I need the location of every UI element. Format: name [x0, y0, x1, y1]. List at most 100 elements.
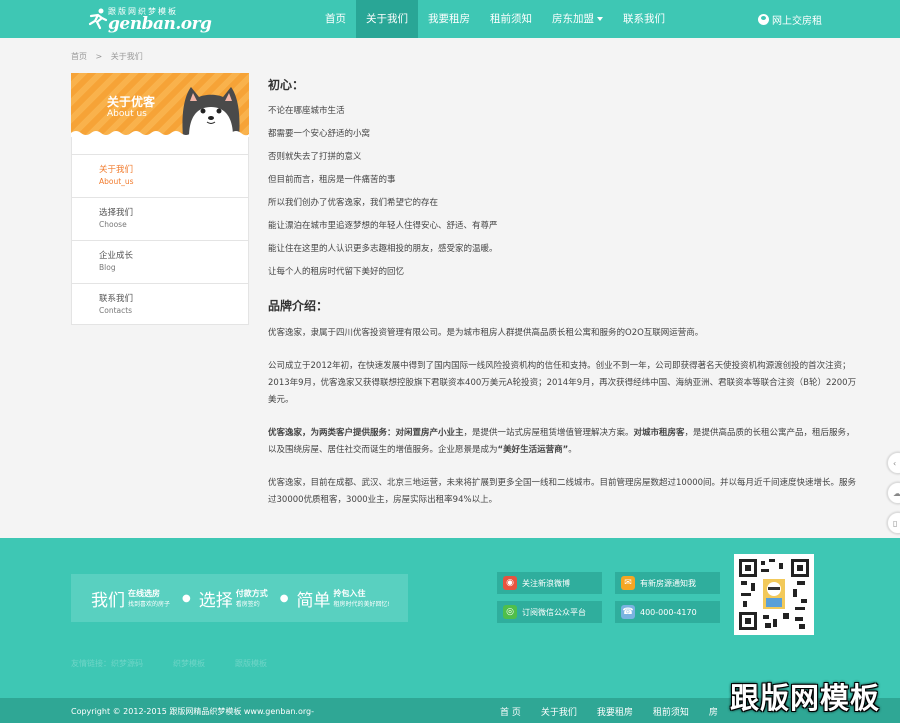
logo-text: genban.org: [108, 14, 212, 34]
wechat-icon: ◎: [503, 605, 517, 619]
sidebar-item-label: 企业成长: [99, 251, 134, 261]
apple-icon: ●: [182, 592, 191, 604]
notify-button[interactable]: ✉ 有新房源通知我: [615, 572, 720, 594]
bold-text: 对城市租房客: [633, 428, 685, 438]
slogan-banner: 我们 在线选房找到喜欢的房子 ● 选择 付款方式看房签约 ● 简单 拎包入住租房…: [71, 574, 408, 622]
notify-label: 有新房源通知我: [640, 578, 696, 588]
phone-icon: ☎: [621, 605, 635, 619]
sidebar-item-blog[interactable]: 企业成长 Blog: [72, 240, 248, 283]
pay-rent-link[interactable]: 网上交房租: [758, 12, 822, 27]
weibo-icon: ◉: [503, 576, 517, 590]
paragraph-services: 优客逸家，为两类客户提供服务：对闲置房产小业主，是提供一站式房屋租赁增值管理解决…: [268, 425, 858, 459]
sidebar-item-sublabel: Contacts: [99, 306, 133, 315]
sidebar-banner-subtitle: About us: [107, 109, 147, 119]
text-span: ，是提供一站式房屋租赁增值管理解决方案。: [463, 428, 634, 438]
slogan-detail: 付款方式 看房签约: [236, 588, 268, 608]
sidebar-item-sublabel: Choose: [99, 220, 127, 229]
wechat-label: 订阅微信公众平台: [522, 607, 586, 617]
top-navbar: 跟版网织梦模板 genban.org 首页 关于我们 我要租房 租前须知 房东加…: [0, 0, 900, 38]
breadcrumb-home[interactable]: 首页: [71, 52, 87, 61]
phone-label: 400-000-4170: [640, 607, 697, 617]
sidebar-item-sublabel: Blog: [99, 263, 116, 272]
nav-home[interactable]: 首页: [315, 0, 356, 38]
slogan-sub: 租房时代的美好回忆!: [333, 601, 390, 608]
slogan-detail: 拎包入住租房时代的美好回忆!: [333, 588, 389, 608]
watermark: 跟版网模板: [730, 681, 881, 715]
slogan-big: 选择: [198, 590, 233, 611]
text-line: 不论在哪座城市生活: [268, 106, 345, 116]
paragraph: 公司成立于2012年初，在快速发展中得到了国内国际一线风险投资机构的信任和支持。…: [268, 361, 857, 405]
breadcrumb-separator: >: [95, 52, 103, 61]
paragraph: 优客逸家，隶属于四川优客投资管理有限公司。是为城市租房人群提供高品质长租公寓和服…: [268, 328, 704, 338]
phone-button[interactable]: ☎ 400-000-4170: [615, 601, 720, 623]
apple-icon: ●: [279, 592, 289, 604]
text-line: 但目前而言，租房是一件痛苦的事: [268, 175, 396, 185]
nav-notice[interactable]: 租前须知: [480, 0, 542, 38]
runner-icon: [88, 8, 108, 30]
nav-landlord[interactable]: 房东加盟: [542, 0, 613, 38]
friend-link[interactable]: 跟版模板: [235, 658, 267, 669]
wave-decoration: [71, 131, 249, 137]
nav-rent[interactable]: 我要租房: [418, 0, 480, 38]
qr-code-icon: [739, 559, 809, 630]
friend-link[interactable]: 友情链接：织梦源码: [71, 658, 143, 669]
sidebar-item-label: 选择我们: [99, 208, 134, 218]
slogan-sub: 看房签约: [235, 601, 260, 608]
section-heading-brand: 品牌介绍：: [268, 299, 329, 313]
sidebar-item-contacts[interactable]: 联系我们 Contacts: [72, 283, 248, 326]
wechat-button[interactable]: ◎ 订阅微信公众平台: [497, 601, 602, 623]
sidebar-banner: 关于优客 About us: [71, 73, 249, 137]
sidebar-menu: 关于我们 About_us 选择我们 Choose 企业成长 Blog 联系我们…: [71, 137, 249, 325]
slogan-step: 简单 拎包入住租房时代的美好回忆!: [296, 586, 389, 611]
friend-links: 友情链接：织梦源码 织梦模板 跟版模板: [71, 658, 297, 669]
nav-about[interactable]: 关于我们: [356, 0, 418, 38]
caret-down-icon: [597, 17, 603, 21]
bold-text: 优客逸家，为两类客户提供服务：对闲置房产小业主: [268, 428, 464, 438]
text-line: 能让住在这里的人认识更多志趣相投的朋友，感受家的温暖。: [268, 244, 498, 254]
share-icon[interactable]: ‹: [887, 452, 900, 474]
breadcrumb-current: 关于我们: [110, 52, 143, 61]
nav-landlord-label: 房东加盟: [552, 13, 594, 25]
sidebar-item-label: 联系我们: [99, 294, 134, 304]
footer-nav-notice[interactable]: 租前须知: [653, 705, 689, 718]
breadcrumb: 首页 > 关于我们: [71, 51, 149, 62]
slogan-step: 选择 付款方式看房签约: [199, 586, 268, 611]
footer-nav-home[interactable]: 首 页: [500, 705, 521, 718]
text-line: 都需要一个安心舒适的小窝: [268, 129, 371, 139]
pay-rent-label: 网上交房租: [772, 16, 822, 27]
sidebar-item-choose[interactable]: 选择我们 Choose: [72, 197, 248, 240]
slogan-title: 付款方式: [235, 589, 268, 598]
sidebar-item-label: 关于我们: [99, 165, 134, 175]
paragraph: 优客逸家，目前在成都、武汉、北京三地运营，未来将扩展到更多全国一线和二线城市。目…: [268, 478, 857, 505]
slogan-detail: 在线选房找到喜欢的房子: [128, 588, 170, 608]
sidebar-item-sublabel: About_us: [99, 177, 134, 186]
slogan-big: 简单: [296, 590, 331, 611]
slogan-step: 我们 在线选房找到喜欢的房子: [91, 586, 170, 611]
weibo-label: 关注新浪微博: [522, 578, 570, 588]
copyright-text: Copyright © 2012-2015 跟版网精品织梦模板 www.genb…: [71, 707, 314, 716]
text-line: 否则就失去了打拼的意义: [268, 152, 362, 162]
friend-link[interactable]: 织梦模板: [173, 658, 205, 669]
cloud-icon[interactable]: ☁: [887, 482, 900, 504]
qr-code: [734, 554, 814, 635]
slogan-title: 拎包入住: [333, 589, 366, 598]
footer-nav-rent[interactable]: 我要租房: [597, 705, 633, 718]
article-content: 初心： 不论在哪座城市生活 都需要一个安心舒适的小窝 否则就失去了打拼的意义 但…: [268, 76, 858, 509]
footer-nav-about[interactable]: 关于我们: [541, 705, 577, 718]
slogan-big: 我们: [91, 590, 125, 611]
slogan-sub: 找到喜欢的房子: [128, 601, 171, 608]
slogan-title: 在线选房: [128, 589, 160, 598]
section-heading-origin: 初心：: [268, 78, 305, 92]
text-line: 所以我们创办了优客逸家，我们希望它的存在: [268, 198, 439, 208]
bold-text: “美好生活运营商”: [497, 445, 569, 455]
weibo-button[interactable]: ◉ 关注新浪微博: [497, 572, 602, 594]
footer-nav-landlord[interactable]: 房: [709, 705, 718, 718]
document-icon[interactable]: ▯: [887, 512, 900, 534]
sidebar-item-about[interactable]: 关于我们 About_us: [72, 154, 248, 197]
nav-contact[interactable]: 联系我们: [613, 0, 675, 38]
logo[interactable]: 跟版网织梦模板 genban.org: [88, 6, 212, 34]
text-line: 能让漂泊在城市里追逐梦想的年轻人住得安心、舒适、有尊严: [268, 221, 498, 231]
footer-nav: 首 页 关于我们 我要租房 租前须知 房: [500, 705, 738, 718]
user-icon: [758, 14, 769, 25]
text-line: 让每个人的租房时代留下美好的回忆: [268, 267, 405, 277]
